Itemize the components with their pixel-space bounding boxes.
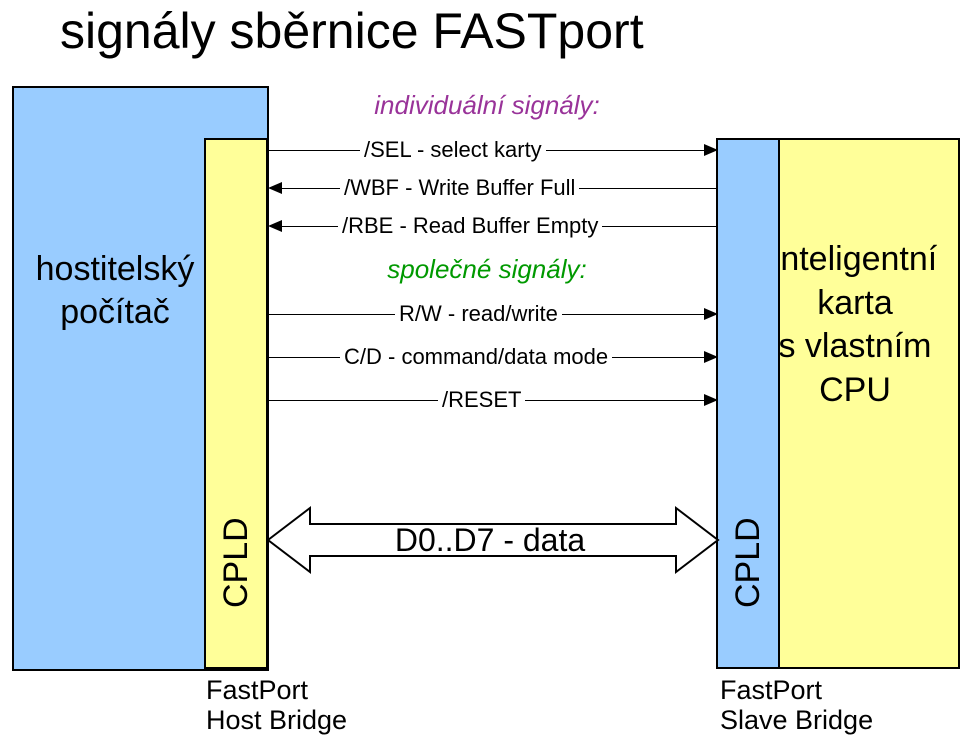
individual-signals-heading: individuální signály: <box>302 90 672 121</box>
rbe-label: /RBE - Read Buffer Empty <box>338 213 602 239</box>
card-label-line1: inteligentní <box>773 240 937 278</box>
reset-arrowhead-icon <box>704 394 718 406</box>
card-label-line2: karta <box>817 284 893 322</box>
rw-arrowhead-icon <box>704 308 718 320</box>
slave-bridge-line2: Slave Bridge <box>720 705 873 735</box>
host-bridge-caption: FastPort Host Bridge <box>206 676 347 735</box>
sel-arrowhead-icon <box>704 144 718 156</box>
host-bridge-line2: Host Bridge <box>206 705 347 735</box>
host-label-line1: hostitelský <box>36 250 195 288</box>
diagram-stage: signály sběrnice FASTport hostitelský po… <box>0 0 960 741</box>
common-signals-heading: společné signály: <box>302 254 672 285</box>
card-label-line3: s vlastním <box>778 327 931 365</box>
cd-arrowhead-icon <box>704 351 718 363</box>
host-label-line2: počítač <box>60 293 170 331</box>
slave-bridge-caption: FastPort Slave Bridge <box>720 676 873 735</box>
host-computer-label: hostitelský počítač <box>20 248 210 333</box>
wbf-arrowhead-icon <box>268 182 282 194</box>
wbf-label: /WBF - Write Buffer Full <box>340 175 579 201</box>
page-title: signály sběrnice FASTport <box>60 2 644 60</box>
smart-card-label: inteligentní karta s vlastním CPU <box>770 238 940 412</box>
cd-label: C/D - command/data mode <box>340 344 612 370</box>
data-bus-label: D0..D7 - data <box>312 522 668 559</box>
sel-label: /SEL - select karty <box>360 137 546 163</box>
reset-label: /RESET <box>438 387 525 413</box>
card-label-line4: CPU <box>819 371 891 409</box>
cpld-host-label: CPLD <box>219 517 253 608</box>
rbe-arrowhead-icon <box>268 220 282 232</box>
slave-bridge-line1: FastPort <box>720 675 822 705</box>
host-bridge-line1: FastPort <box>206 675 308 705</box>
cpld-slave-label: CPLD <box>731 517 765 608</box>
rw-label: R/W - read/write <box>395 301 562 327</box>
